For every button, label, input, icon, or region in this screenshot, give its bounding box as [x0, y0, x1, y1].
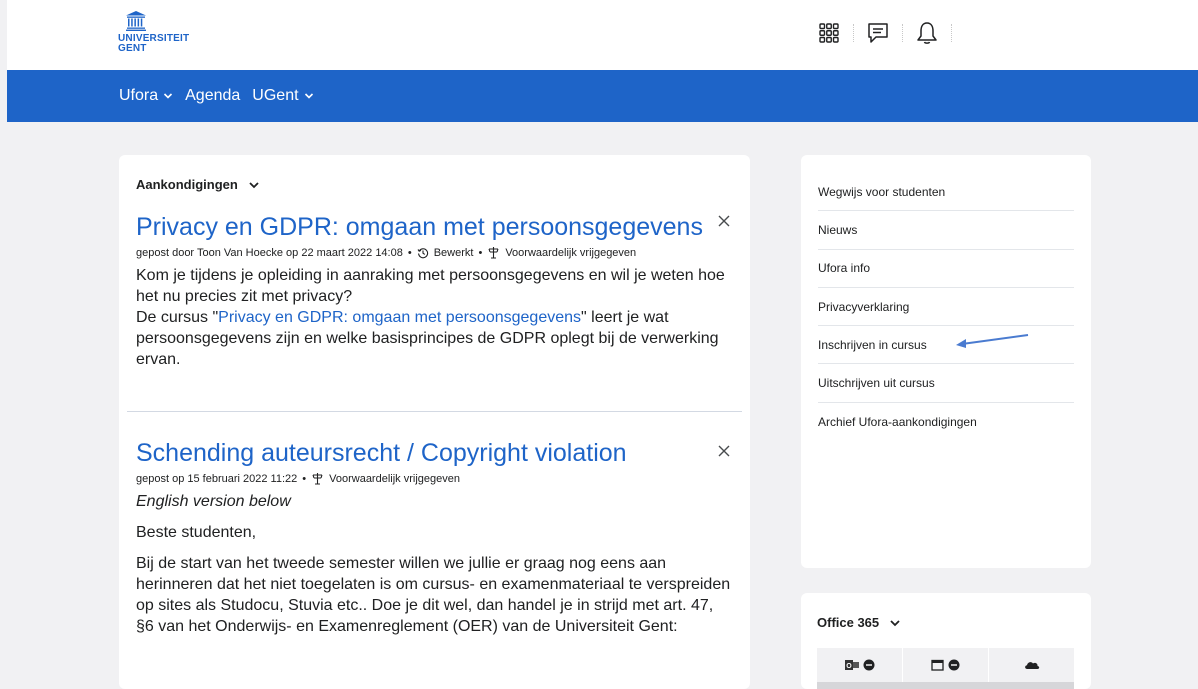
posted-text: gepost op 15 februari 2022 11:22 [136, 472, 298, 485]
university-building-icon [126, 11, 146, 31]
release-conditions-icon [488, 247, 499, 259]
ugent-logo[interactable]: UNIVERSITEIT GENT [118, 10, 208, 62]
tab-calendar[interactable] [903, 648, 989, 682]
announcement-meta: gepost op 15 februari 2022 11:22 • Voorw… [136, 472, 731, 485]
chevron-down-icon [890, 619, 900, 626]
link-item[interactable]: Uitschrijven uit cursus [818, 364, 1074, 403]
close-icon[interactable] [717, 444, 731, 458]
link-item[interactable]: Archief Ufora-aankondigingen [818, 403, 1074, 441]
bell-icon[interactable] [913, 19, 941, 47]
logo-line-2: GENT [118, 43, 147, 54]
announcement-divider [127, 411, 742, 412]
status-dot-icon [948, 659, 960, 671]
body-paragraph: Bij de start van het tweede semester wil… [136, 555, 731, 635]
main-navbar: Ufora Agenda UGent [7, 70, 1198, 122]
onedrive-icon [1024, 662, 1039, 669]
grid-icon[interactable] [815, 19, 843, 47]
office365-widget: Office 365 O [801, 593, 1091, 689]
body-paragraph: Kom je tijdens je opleiding in aanraking… [136, 267, 725, 305]
chevron-down-icon [164, 93, 173, 99]
announcement-title[interactable]: Schending auteursrecht / Copyright viola… [136, 438, 731, 468]
nav-item-label: Agenda [185, 87, 241, 104]
chevron-down-icon [249, 181, 259, 188]
widget-title: Aankondigingen [136, 177, 238, 192]
edited-text: Bewerkt [433, 246, 474, 259]
link-item[interactable]: Nieuws [818, 211, 1074, 250]
meta-separator: • [407, 246, 412, 259]
link-item[interactable]: Privacyverklaring [818, 288, 1074, 327]
office365-tabs: O [817, 648, 1074, 682]
logo-text: UNIVERSITEIT GENT [118, 34, 189, 54]
annotation-arrow-icon [956, 334, 1029, 348]
nav-menu: Ufora Agenda UGent [119, 87, 314, 105]
svg-text:O: O [846, 663, 852, 670]
office365-content [817, 682, 1074, 689]
status-dot-icon [863, 659, 874, 671]
nav-item-agenda[interactable]: Agenda [185, 87, 240, 105]
announcement-item: Schending auteursrecht / Copyright viola… [136, 438, 731, 647]
header-separator [902, 24, 903, 42]
top-header: UNIVERSITEIT GENT [7, 0, 1198, 70]
announcement-meta: gepost door Toon Van Hoecke op 22 maart … [136, 246, 731, 259]
header-separator [853, 24, 854, 42]
nav-item-ugent[interactable]: UGent [252, 87, 313, 105]
announcement-body: English version below Beste studenten, B… [136, 491, 731, 637]
link-item[interactable]: Ufora info [818, 250, 1074, 288]
release-conditions-icon [312, 473, 323, 485]
nav-item-label: UGent [252, 87, 299, 104]
close-icon[interactable] [717, 214, 731, 228]
office365-header[interactable]: Office 365 [817, 615, 901, 630]
link-list: Wegwijs voor studenten Nieuws Ufora info… [818, 173, 1074, 441]
link-item[interactable]: Wegwijs voor studenten [818, 173, 1074, 212]
link-item[interactable]: Inschrijven in cursus [818, 326, 1074, 365]
calendar-icon [931, 659, 944, 671]
release-text: Voorwaardelijk vrijgegeven [329, 472, 460, 485]
announcement-item: Privacy en GDPR: omgaan met persoonsgege… [136, 212, 731, 370]
meta-separator: • [302, 472, 307, 485]
nav-item-label: Ufora [119, 87, 159, 104]
body-paragraph: De cursus "Privacy en GDPR: omgaan met p… [136, 307, 731, 370]
chat-icon[interactable] [864, 19, 892, 47]
meta-separator: • [478, 246, 483, 259]
posted-by-text: gepost door Toon Van Hoecke op 22 maart … [136, 246, 403, 259]
chevron-down-icon [304, 93, 313, 99]
announcement-title[interactable]: Privacy en GDPR: omgaan met persoonsgege… [136, 212, 731, 242]
tab-outlook-mail[interactable]: O [817, 648, 903, 682]
outlook-mail-icon: O [844, 660, 859, 670]
announcement-body: Kom je tijdens je opleiding in aanraking… [136, 265, 731, 370]
body-text: De cursus " [136, 309, 219, 326]
course-link[interactable]: Privacy en GDPR: omgaan met persoonsgege… [218, 309, 581, 326]
widget-title: Office 365 [817, 615, 880, 630]
body-italic: English version below [136, 493, 291, 510]
nav-item-ufora[interactable]: Ufora [119, 87, 173, 105]
tab-onedrive[interactable] [989, 648, 1074, 682]
announcements-header[interactable]: Aankondigingen [136, 177, 260, 192]
body-greeting: Beste studenten, [136, 524, 257, 541]
release-text: Voorwaardelijk vrijgegeven [505, 246, 637, 259]
header-separator [951, 24, 952, 42]
header-icon-bar [815, 18, 962, 48]
history-icon [417, 247, 428, 258]
announcements-widget: Aankondigingen Privacy en GDPR: omgaan m… [119, 155, 750, 689]
links-widget: Wegwijs voor studenten Nieuws Ufora info… [801, 155, 1091, 568]
